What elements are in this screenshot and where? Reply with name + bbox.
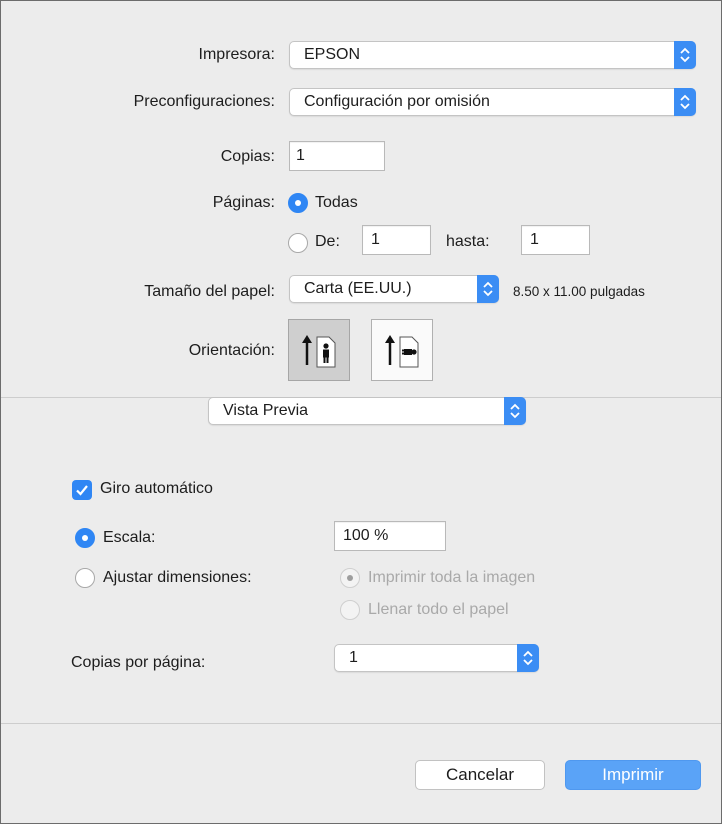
paper-size-dimensions: 8.50 x 11.00 pulgadas: [513, 284, 645, 299]
scale-field[interactable]: 100 %: [334, 521, 446, 551]
auto-rotate-checkbox[interactable]: [72, 480, 92, 500]
fill-paper-label: Llenar todo el papel: [368, 601, 509, 618]
popup-arrows-icon: [674, 41, 696, 69]
cancel-button[interactable]: Cancelar: [415, 760, 545, 790]
presets-value: Configuración por omisión: [304, 93, 490, 110]
pages-to-value: 1: [530, 231, 539, 248]
pages-from-label[interactable]: De:: [315, 233, 340, 251]
print-button[interactable]: Imprimir: [565, 760, 701, 790]
copies-per-page-label: Copias por página:: [71, 654, 206, 671]
fill-paper-radio[interactable]: [340, 600, 360, 620]
orientation-portrait-button[interactable]: [288, 319, 350, 381]
popup-arrows-icon: [517, 644, 539, 672]
print-entire-image-label: Imprimir toda la imagen: [368, 569, 536, 586]
section-popup-value: Vista Previa: [223, 402, 309, 419]
pages-all-label[interactable]: Todas: [315, 194, 358, 212]
copies-per-page-popup[interactable]: 1: [334, 644, 539, 672]
print-entire-image-radio[interactable]: [340, 568, 360, 588]
section-popup[interactable]: Vista Previa: [208, 397, 526, 425]
popup-arrows-icon: [504, 397, 526, 425]
printer-popup[interactable]: EPSON: [289, 41, 696, 69]
pages-to-field[interactable]: 1: [521, 225, 590, 255]
scale-label[interactable]: Escala:: [103, 529, 155, 547]
pages-range-radio[interactable]: [288, 233, 308, 253]
pages-from-field[interactable]: 1: [362, 225, 431, 255]
scale-radio[interactable]: [75, 528, 95, 548]
auto-rotate-label[interactable]: Giro automático: [100, 480, 213, 498]
fit-radio[interactable]: [75, 568, 95, 588]
copies-value: 1: [296, 147, 305, 164]
paper-size-value: Carta (EE.UU.): [304, 280, 412, 297]
print-dialog: Impresora: EPSON Preconfiguraciones: Con…: [0, 0, 722, 824]
pages-to-label: hasta:: [446, 233, 490, 250]
copies-per-page-value: 1: [349, 649, 358, 666]
pages-all-radio[interactable]: [288, 193, 308, 213]
presets-label: Preconfiguraciones:: [133, 93, 275, 110]
presets-popup[interactable]: Configuración por omisión: [289, 88, 696, 116]
paper-size-label: Tamaño del papel:: [144, 283, 275, 300]
pages-label: Páginas:: [212, 194, 275, 211]
landscape-icon: [385, 335, 419, 368]
printer-value: EPSON: [304, 46, 361, 63]
orientation-label: Orientación:: [188, 342, 275, 359]
paper-size-popup[interactable]: Carta (EE.UU.): [289, 275, 499, 303]
printer-label: Impresora:: [198, 46, 275, 63]
scale-value: 100 %: [343, 527, 389, 544]
portrait-icon: [302, 335, 336, 368]
copies-field[interactable]: 1: [289, 141, 385, 171]
popup-arrows-icon: [477, 275, 499, 303]
copies-label: Copias:: [220, 148, 275, 165]
popup-arrows-icon: [674, 88, 696, 116]
pages-from-value: 1: [371, 231, 380, 248]
fit-label[interactable]: Ajustar dimensiones:: [103, 569, 252, 587]
separator: [1, 723, 721, 724]
checkmark-icon: [76, 485, 88, 496]
orientation-landscape-button[interactable]: [371, 319, 433, 381]
